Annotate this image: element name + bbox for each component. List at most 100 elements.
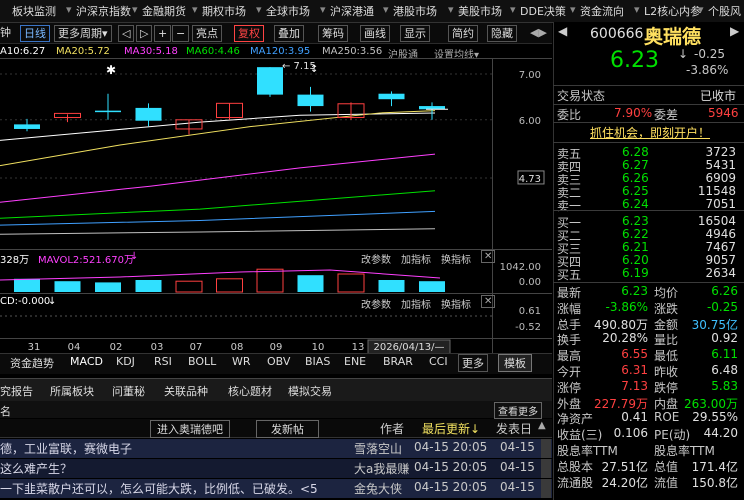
menu-dropdown-icon[interactable]: ▾	[510, 3, 516, 16]
tab-wr[interactable]: WR	[232, 355, 251, 368]
menu-item-1[interactable]: 沪深京指数	[76, 3, 131, 19]
stat-label: 流通股	[557, 475, 594, 490]
macd-switch-indicator[interactable]: 换指标	[441, 296, 471, 311]
tab-kdj[interactable]: KDJ	[116, 355, 135, 368]
promo-link[interactable]: 抓住机会，即刻开户！	[590, 124, 710, 141]
chip-button[interactable]: 筹码	[318, 25, 348, 42]
menu-item-4[interactable]: 全球市场	[266, 3, 310, 19]
vol-edit-params[interactable]: 改参数	[361, 251, 391, 266]
macd-value-label: CD:-0.000	[0, 296, 51, 307]
menu-dropdown-icon[interactable]: ▾	[256, 3, 262, 16]
author-column-header[interactable]: 作者	[380, 420, 404, 437]
divider	[553, 104, 744, 105]
scrollbar[interactable]	[541, 479, 551, 498]
menu-dropdown-icon[interactable]: ▾	[383, 3, 389, 16]
tab-bias[interactable]: BIAS	[305, 355, 330, 368]
menu-item-8[interactable]: DDE决策	[520, 3, 566, 19]
news-time: 04-15 20:05	[414, 480, 488, 494]
prev-button[interactable]: ◁	[118, 25, 135, 42]
vol-y-tick: 0.00	[519, 277, 541, 288]
stat-label: 净资产	[557, 412, 594, 427]
zoom-out-button[interactable]: −	[172, 25, 190, 42]
draw-line-button[interactable]: 画线	[360, 25, 390, 42]
ma30-label: MA30:5.18	[124, 46, 178, 57]
news-row[interactable]: 德，工业富联，赛微电子 雪落空山 04-15 20:05 04-15	[0, 439, 552, 458]
menu-dropdown-icon[interactable]: ▾	[66, 3, 72, 16]
menu-item-6[interactable]: 港股市场	[393, 3, 437, 19]
news-tab-2[interactable]: 问董秘	[112, 383, 145, 399]
tab-fund-trend[interactable]: 资金趋势	[10, 355, 54, 371]
zoom-in-button[interactable]: +	[154, 25, 172, 42]
menu-dropdown-icon[interactable]: ▾	[698, 3, 704, 16]
menu-dropdown-icon[interactable]: ▾	[320, 3, 326, 16]
period-daily-button[interactable]: 日线	[20, 25, 50, 42]
macd-edit-params[interactable]: 改参数	[361, 296, 391, 311]
simple-button[interactable]: 简约	[448, 25, 478, 42]
vol-y-tick: 1042.00	[500, 262, 541, 273]
next-button[interactable]: ▷	[136, 25, 153, 42]
new-post-button[interactable]: 发新帖	[256, 420, 319, 438]
menu-dropdown-icon[interactable]: ▾	[192, 3, 198, 16]
adjust-button[interactable]: 复权	[234, 25, 264, 42]
news-tab-5[interactable]: 模拟交易	[288, 383, 332, 399]
stat-label: 总股本	[557, 459, 594, 474]
tab-cci[interactable]: CCI	[429, 355, 448, 368]
news-row[interactable]: 一下韭菜散户还可以，怎么可能大跌，比例低、已破发。<5 金兔大侠 04-15 20:…	[0, 479, 552, 498]
menu-item-2[interactable]: 金融期货	[142, 3, 186, 19]
toolbar-cut-label[interactable]: 钟	[0, 25, 11, 40]
menu-dropdown-icon[interactable]: ▾	[570, 3, 576, 16]
menu-item-0[interactable]: 板块监测	[12, 3, 56, 19]
display-button[interactable]: 显示	[400, 25, 430, 42]
news-tab-3[interactable]: 关联品种	[164, 383, 208, 399]
menu-item-5[interactable]: 沪深港通	[330, 3, 374, 19]
scrollbar[interactable]	[541, 459, 551, 478]
tab-template[interactable]: 模板	[498, 354, 532, 372]
hide-button[interactable]: 隐藏	[487, 25, 517, 42]
macd-close-icon[interactable]: ✕	[481, 295, 496, 308]
menu-dropdown-icon[interactable]: ▾	[132, 3, 138, 16]
tab-rsi[interactable]: RSI	[154, 355, 172, 368]
view-more-button[interactable]: 查看更多	[494, 402, 542, 419]
news-row[interactable]: 这么难产生？ 大a我最赚 04-15 20:05 04-15	[0, 459, 552, 478]
tab-more[interactable]: 更多	[458, 354, 488, 372]
stat-label: 最高	[557, 349, 582, 364]
menu-item-7[interactable]: 美股市场	[458, 3, 502, 19]
kline-chart[interactable]: 7.006.004.73← 7.15✱ ↕1042.000.000.61-0.52…	[0, 58, 552, 358]
bid-price: 6.19	[622, 265, 649, 280]
menu-item-11[interactable]: 个股风	[708, 3, 741, 19]
x-tick-label: 04	[68, 342, 81, 353]
macd-add-indicator[interactable]: 加指标	[401, 296, 431, 311]
news-time: 04-15 20:05	[414, 460, 488, 474]
news-title: 一下韭菜散户还可以，怎么可能大跌，比例低、已破发。<5	[0, 482, 318, 496]
menu-dropdown-icon[interactable]: ▾	[448, 3, 454, 16]
menu-item-3[interactable]: 期权市场	[202, 3, 246, 19]
latest-update-header[interactable]: 最后更新↓	[422, 420, 480, 437]
tab-macd[interactable]: MACD	[70, 355, 103, 368]
menu-item-10[interactable]: L2核心内参	[644, 3, 701, 19]
menu-dropdown-icon[interactable]: ▾	[634, 3, 640, 16]
highlight-button[interactable]: 亮点	[192, 25, 222, 42]
post-time-header[interactable]: 发表日	[496, 420, 532, 437]
tab-brar[interactable]: BRAR	[383, 355, 413, 368]
scrollbar[interactable]	[541, 439, 551, 458]
stat-label: 总值	[654, 459, 679, 474]
vol-close-icon[interactable]: ✕	[481, 250, 496, 263]
stat-label: 均价	[654, 286, 679, 300]
news-tab-4[interactable]: 核心题材	[228, 383, 272, 399]
tab-ene[interactable]: ENE	[344, 355, 366, 368]
tab-obv[interactable]: OBV	[267, 355, 290, 368]
enter-bar-button[interactable]: 进入奥瑞德吧	[150, 420, 230, 438]
panel-next-icon[interactable]: ▶	[730, 24, 739, 38]
menu-item-9[interactable]: 资金流向	[580, 3, 624, 19]
overlay-button[interactable]: 叠加	[274, 25, 304, 42]
news-tab-0[interactable]: 究报告	[0, 383, 33, 399]
scroll-arrows-icon[interactable]: ◀▶	[530, 25, 547, 40]
tab-boll[interactable]: BOLL	[188, 355, 216, 368]
news-tab-1[interactable]: 所属板块	[50, 383, 94, 399]
scroll-up-icon[interactable]: ▲	[538, 420, 546, 431]
vol-add-indicator[interactable]: 加指标	[401, 251, 431, 266]
more-period-button[interactable]: 更多周期▾	[54, 25, 112, 42]
stat-value: 0.106	[613, 426, 648, 441]
vol-switch-indicator[interactable]: 换指标	[441, 251, 471, 266]
panel-icon[interactable]: ◀	[558, 24, 567, 38]
